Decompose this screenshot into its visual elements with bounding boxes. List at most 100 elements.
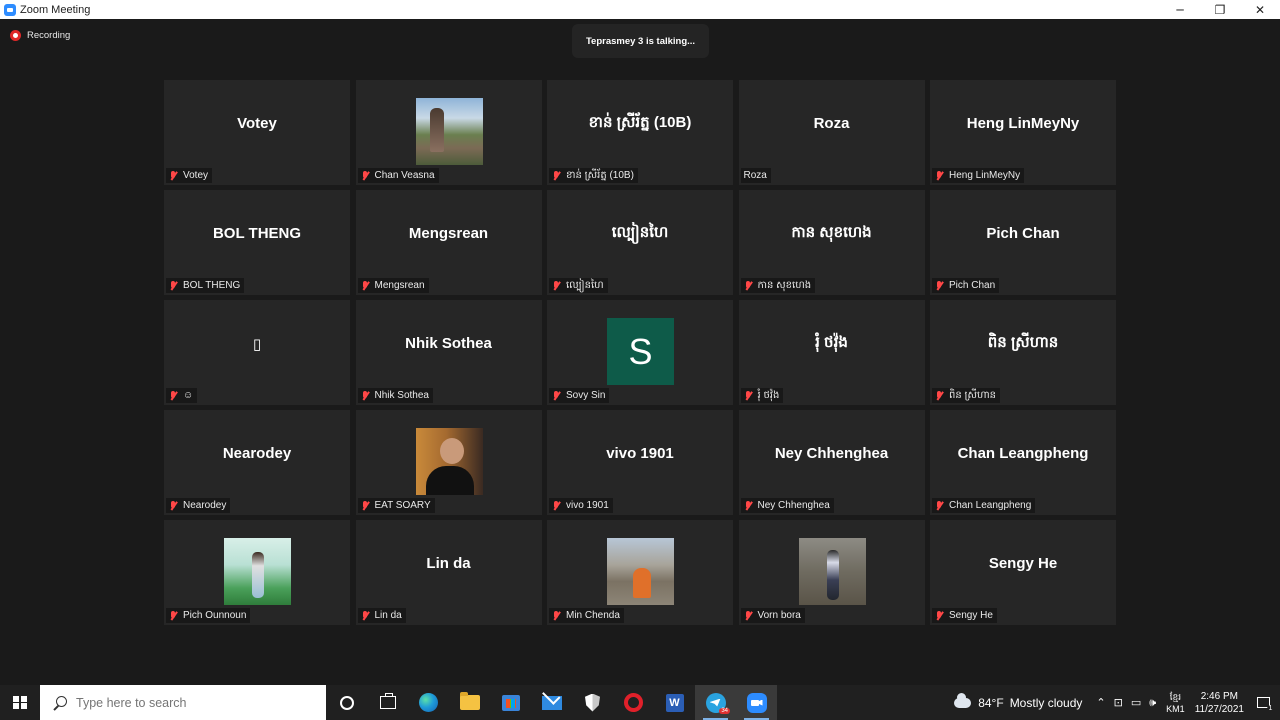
participant-name: Votey — [183, 170, 209, 181]
volume-icon[interactable]: 🕪 — [1149, 696, 1156, 710]
muted-mic-icon — [743, 280, 754, 291]
participant-tile[interactable]: EAT SOARY — [355, 410, 542, 515]
participant-profile-photo — [415, 428, 483, 495]
participant-display-name: Nhik Sothea — [405, 335, 492, 352]
participant-display-name: BOL THENG — [212, 225, 302, 242]
participant-display-name: Heng LinMeyNy — [966, 115, 1080, 132]
participant-name-label: EAT SOARY — [357, 498, 435, 513]
participant-profile-photo — [798, 538, 866, 605]
participant-display-name: Chan Leangpheng — [957, 445, 1089, 462]
participant-name-label: ល្បៀនហៃ — [549, 278, 608, 293]
clock-time: 2:46 PM — [1200, 690, 1238, 702]
window-controls: ─ ❐ ✕ — [1160, 0, 1280, 19]
participant-tile[interactable]: Vorn bora — [738, 520, 925, 625]
participant-name: កាន សុខហេង — [757, 280, 812, 291]
store-taskbar-button[interactable] — [490, 685, 531, 720]
participant-tile[interactable]: Heng LinMeyNy Heng LinMeyNy — [930, 80, 1116, 185]
participant-name-label: រុំ ថវ៉ុង — [740, 388, 784, 403]
participant-name: Pich Chan — [949, 280, 996, 291]
participant-tile[interactable]: Min Chenda — [547, 520, 733, 625]
tray-chevron-icon[interactable]: ⌃ — [1096, 696, 1105, 709]
participant-tile[interactable]: កាន សុខហេង កាន សុខហេង — [738, 190, 925, 295]
participant-display-name: vivo 1901 — [606, 445, 674, 462]
security-taskbar-button[interactable] — [572, 685, 613, 720]
file-explorer-taskbar-button[interactable] — [449, 685, 490, 720]
participant-name-label: BOL THENG — [166, 278, 245, 293]
participant-name: ខាន់ ស្រីរ័ត្ន (10B) — [566, 170, 634, 181]
participant-tile[interactable]: Chan Leangpheng Chan Leangpheng — [930, 410, 1116, 515]
participant-tile[interactable]: ល្បៀនហៃ ល្បៀនហៃ — [547, 190, 733, 295]
minimize-button[interactable]: ─ — [1160, 0, 1200, 19]
task-view-button[interactable] — [367, 685, 408, 720]
participant-tile[interactable]: vivo 1901 vivo 1901 — [547, 410, 733, 515]
recording-indicator[interactable]: Recording — [10, 30, 70, 41]
task-view-icon — [379, 693, 396, 709]
muted-mic-icon — [934, 390, 945, 401]
start-button[interactable] — [0, 685, 40, 720]
participant-name: Ney Chhenghea — [757, 500, 830, 511]
gallery-grid: Votey Votey Chan Veasna ខាន់ ស្រីរ័ត្ន (10B… — [164, 80, 1116, 625]
participant-name: រុំ ថវ៉ុង — [757, 390, 780, 401]
network-icon[interactable]: ⊡ — [1114, 696, 1123, 709]
participant-tile[interactable]: ពិន ស្រីហាន ពិន ស្រីហាន — [930, 300, 1116, 405]
participant-tile[interactable]: S Sovy Sin — [547, 300, 733, 405]
weather-temp: 84°F — [978, 695, 1004, 710]
edge-icon — [419, 693, 438, 712]
participant-tile[interactable]: Pich Ounnoun — [164, 520, 350, 625]
participant-tile[interactable]: Votey Votey — [164, 80, 350, 185]
muted-mic-icon — [743, 610, 754, 621]
taskbar-search[interactable] — [40, 685, 326, 720]
muted-mic-icon — [360, 610, 371, 621]
muted-mic-icon — [934, 280, 945, 291]
close-button[interactable]: ✕ — [1240, 0, 1280, 19]
weather-widget[interactable]: 84°F Mostly cloudy — [954, 692, 1082, 710]
clock[interactable]: 2:46 PM 11/27/2021 — [1195, 690, 1244, 716]
battery-icon[interactable]: ▭ — [1131, 696, 1141, 709]
participant-tile[interactable]: Roza Roza — [738, 80, 925, 185]
participant-name-label: Ney Chhenghea — [740, 498, 834, 513]
clock-date: 11/27/2021 — [1194, 703, 1244, 715]
participant-display-name: ▯ — [252, 335, 262, 353]
participant-tile[interactable]: Pich Chan Pich Chan — [930, 190, 1116, 295]
record-icon — [10, 30, 21, 41]
muted-mic-icon — [168, 500, 179, 511]
telegram-taskbar-button[interactable]: 34 — [695, 685, 736, 720]
participant-tile[interactable]: Nearodey Nearodey — [164, 410, 350, 515]
word-taskbar-button[interactable]: W — [654, 685, 695, 720]
participant-name-label: Mengsrean — [357, 278, 429, 293]
input-language[interactable]: ខ្មែរ KM1 — [1166, 691, 1185, 715]
participant-tile[interactable]: ▯ ☺ — [164, 300, 350, 405]
participant-display-name: Lin da — [426, 555, 471, 572]
participant-name-label: Nhik Sothea — [357, 388, 433, 403]
cortana-icon — [339, 695, 354, 710]
participant-tile[interactable]: រុំ ថវ៉ុង រុំ ថវ៉ុង — [738, 300, 925, 405]
restore-button[interactable]: ❐ — [1200, 0, 1240, 19]
participant-name: Min Chenda — [566, 610, 620, 621]
participant-tile[interactable]: Mengsrean Mengsrean — [355, 190, 542, 295]
participant-name-label: ខាន់ ស្រីរ័ត្ន (10B) — [549, 168, 638, 183]
participant-name-label: Nearodey — [166, 498, 231, 513]
search-input[interactable] — [76, 695, 306, 710]
participant-name: Chan Leangpheng — [949, 500, 1032, 511]
participant-name: Sengy He — [949, 610, 993, 621]
participant-name: ☺ — [183, 390, 194, 401]
muted-mic-icon — [934, 170, 945, 181]
participant-name-label: ☺ — [166, 388, 198, 403]
participant-tile[interactable]: ខាន់ ស្រីរ័ត្ន (10B) ខាន់ ស្រីរ័ត្ន (10B) — [547, 80, 733, 185]
mail-taskbar-button[interactable] — [531, 685, 572, 720]
opera-taskbar-button[interactable] — [613, 685, 654, 720]
zoom-icon — [746, 692, 767, 713]
zoom-taskbar-button[interactable] — [736, 685, 777, 720]
cortana-button[interactable] — [326, 685, 367, 720]
edge-taskbar-button[interactable] — [408, 685, 449, 720]
participant-tile[interactable]: BOL THENG BOL THENG — [164, 190, 350, 295]
participant-tile[interactable]: Lin da Lin da — [355, 520, 542, 625]
participant-tile[interactable]: Sengy He Sengy He — [930, 520, 1116, 625]
participant-tile[interactable]: Nhik Sothea Nhik Sothea — [355, 300, 542, 405]
participant-tile[interactable]: Chan Veasna — [355, 80, 542, 185]
participant-profile-photo — [607, 538, 674, 605]
participant-display-name: Mengsrean — [408, 225, 489, 242]
notification-center-button[interactable] — [1252, 685, 1275, 720]
participant-tile[interactable]: Ney Chhenghea Ney Chhenghea — [738, 410, 925, 515]
participant-profile-photo — [415, 98, 483, 165]
